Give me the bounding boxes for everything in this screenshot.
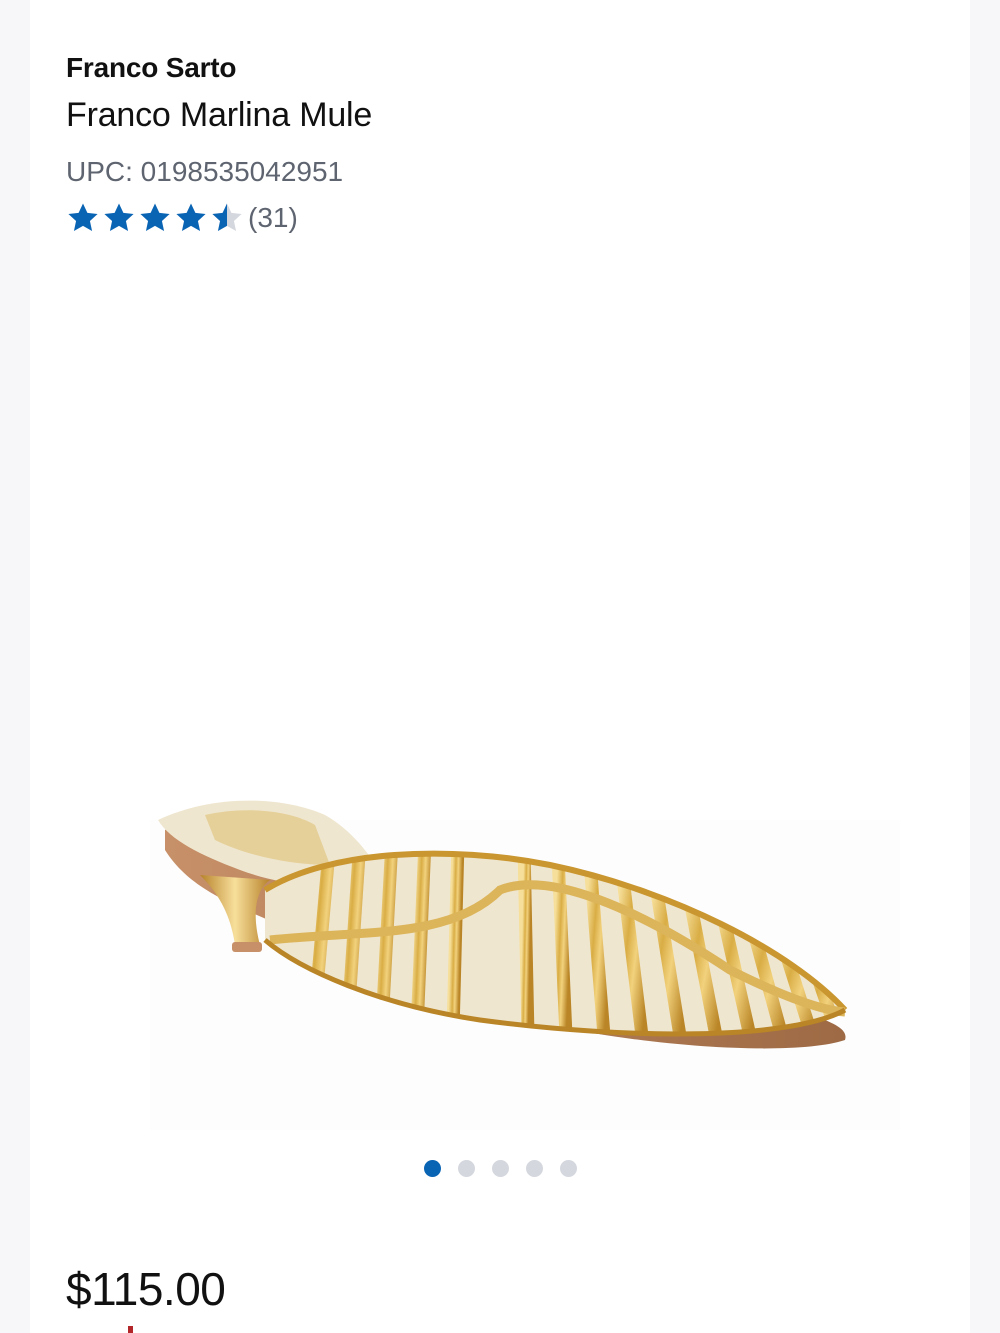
- product-title: Franco Marlina Mule: [66, 96, 373, 134]
- brand-name[interactable]: Franco Sarto: [66, 52, 237, 84]
- gold-mule-shoe-image: [150, 800, 900, 1130]
- product-image-carousel[interactable]: [30, 250, 970, 1140]
- star-icon: [68, 203, 98, 232]
- carousel-dot-3[interactable]: [492, 1160, 509, 1177]
- star-icon: [104, 203, 134, 232]
- product-price: $115.00: [66, 1263, 226, 1315]
- carousel-dot-5[interactable]: [560, 1160, 577, 1177]
- carousel-pagination: [424, 1160, 594, 1177]
- star-icon: [140, 203, 170, 232]
- product-page: Franco Sarto Franco Marlina Mule UPC: 01…: [30, 0, 970, 1333]
- review-count[interactable]: (31): [248, 202, 298, 234]
- carousel-dot-4[interactable]: [526, 1160, 543, 1177]
- rating-summary[interactable]: (31): [66, 198, 298, 238]
- star-icon: [176, 203, 206, 232]
- upc-code: UPC: 0198535042951: [66, 156, 344, 187]
- star-rating: [66, 201, 246, 235]
- carousel-dot-1[interactable]: [424, 1160, 441, 1177]
- price-sub-marker: [128, 1326, 133, 1333]
- half-star-icon: [212, 203, 242, 232]
- carousel-dot-2[interactable]: [458, 1160, 475, 1177]
